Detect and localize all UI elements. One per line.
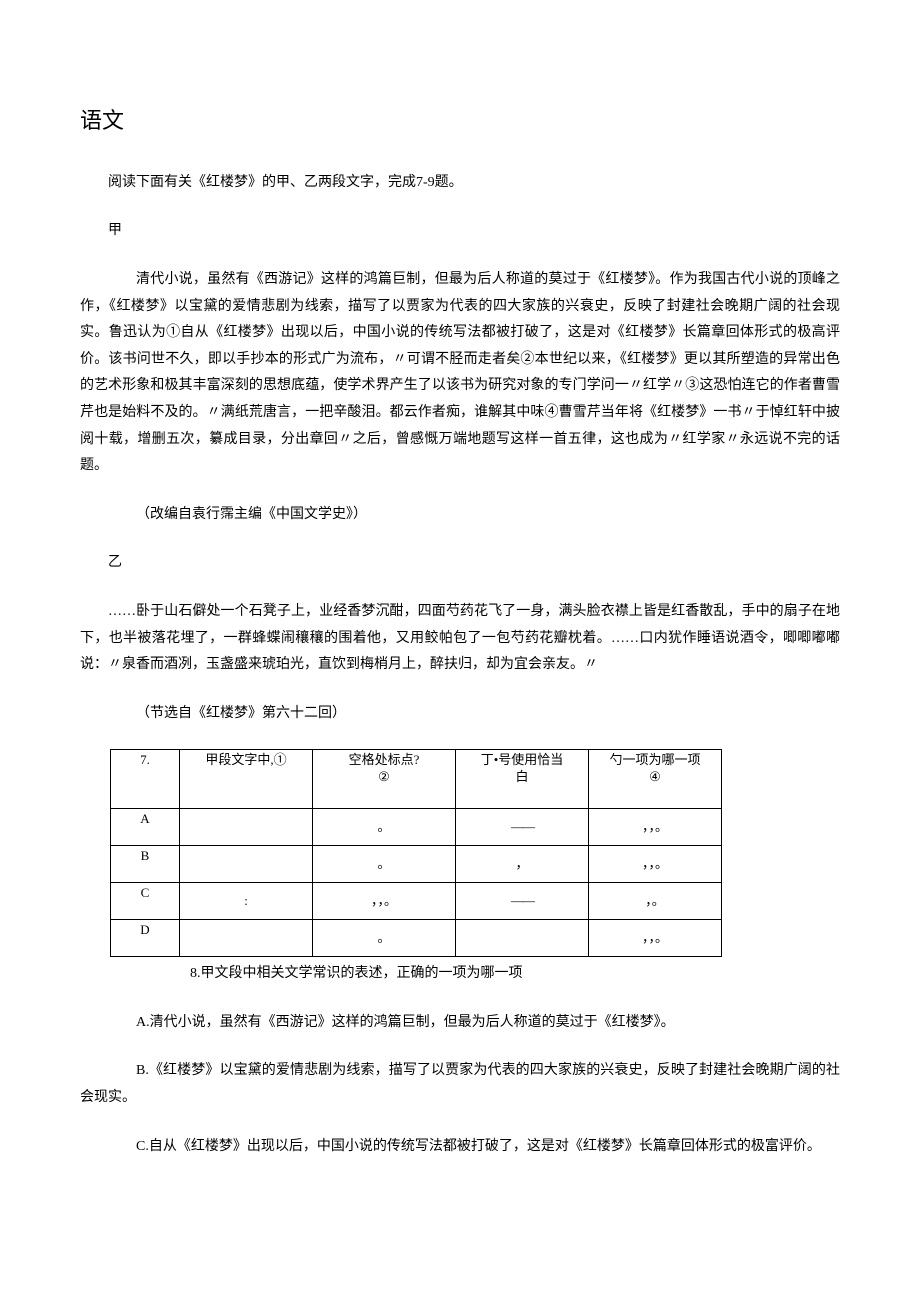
table-row: D 。 ，，。	[111, 920, 722, 957]
cell	[180, 809, 313, 846]
head-col-4-bot: ④	[595, 769, 715, 786]
cell: ，，。	[589, 920, 722, 957]
doc-title: 语文	[80, 100, 840, 142]
passage-yi: ……卧于山石僻处一个石凳子上，业经香梦沉酣，四面芍药花飞了一身，满头脸衣襟上皆是…	[80, 599, 840, 679]
opt-cell: A	[111, 809, 180, 846]
question-8-option-c: C.自从《红楼梦》出现以后，中国小说的传统写法都被打破了，这是对《红楼梦》长篇章…	[80, 1134, 840, 1161]
table-row: B 。 ， ，，。	[111, 846, 722, 883]
head-col-2-bot: ②	[319, 769, 449, 786]
table-row: A 。 —— ，，。	[111, 809, 722, 846]
head-col-3-top: 丁•号使用恰当	[462, 752, 582, 769]
cell: ，	[456, 846, 589, 883]
reading-instruction: 阅读下面有关《红楼梦》的甲、乙两段文字，完成7-9题。	[80, 170, 840, 197]
head-col-3-bot: 白	[462, 769, 582, 786]
label-yi: 乙	[80, 550, 840, 577]
question-8-stem: 8.甲文段中相关文学常识的表述，正确的一项为哪一项	[190, 961, 840, 988]
passage-jia: 清代小说，虽然有《西游记》这样的鸿篇巨制，但最为后人称道的莫过于《红楼梦》。作为…	[80, 267, 840, 480]
cell: 。	[313, 809, 456, 846]
head-col-1-bot: 甲段文字中,①	[186, 752, 306, 769]
cell	[180, 846, 313, 883]
opt-cell: C	[111, 883, 180, 920]
question-8-option-b: B.《红楼梦》以宝黛的爱情悲剧为线索，描写了以贾家为代表的四大家族的兴衰史，反映…	[80, 1058, 840, 1111]
question-8-option-a: A.清代小说，虽然有《西游记》这样的鸿篇巨制，但最为后人称道的莫过于《红楼梦》。	[80, 1010, 840, 1037]
label-jia: 甲	[80, 218, 840, 245]
opt-cell: B	[111, 846, 180, 883]
head-col-2: 空格处标点? ②	[313, 750, 456, 809]
cell: ，。	[589, 883, 722, 920]
table-row: C : ，，。 —— ，。	[111, 883, 722, 920]
cell: ——	[456, 883, 589, 920]
opt-cell: D	[111, 920, 180, 957]
table-head-row: 7. 甲段文字中,① 空格处标点? ② 丁•号使用恰当 白 勺一项为哪一项 ④	[111, 750, 722, 809]
head-col-4-top: 勺一项为哪一项	[595, 752, 715, 769]
cell: :	[180, 883, 313, 920]
q7-number-cell: 7.	[111, 750, 180, 809]
cell: ，，。	[313, 883, 456, 920]
citation-yi: （节选自《红楼梦》第六十二回）	[80, 701, 840, 728]
cell: ，，。	[589, 809, 722, 846]
question-7-table: 7. 甲段文字中,① 空格处标点? ② 丁•号使用恰当 白 勺一项为哪一项 ④ …	[110, 749, 722, 957]
cell: 。	[313, 846, 456, 883]
cell	[456, 920, 589, 957]
cell: ——	[456, 809, 589, 846]
head-col-2-top: 空格处标点?	[319, 752, 449, 769]
head-col-3: 丁•号使用恰当 白	[456, 750, 589, 809]
head-col-4: 勺一项为哪一项 ④	[589, 750, 722, 809]
citation-jia: （改编自袁行霈主编《中国文学史》）	[80, 502, 840, 529]
head-col-1: 甲段文字中,①	[180, 750, 313, 809]
cell: 。	[313, 920, 456, 957]
cell	[180, 920, 313, 957]
cell: ，，。	[589, 846, 722, 883]
